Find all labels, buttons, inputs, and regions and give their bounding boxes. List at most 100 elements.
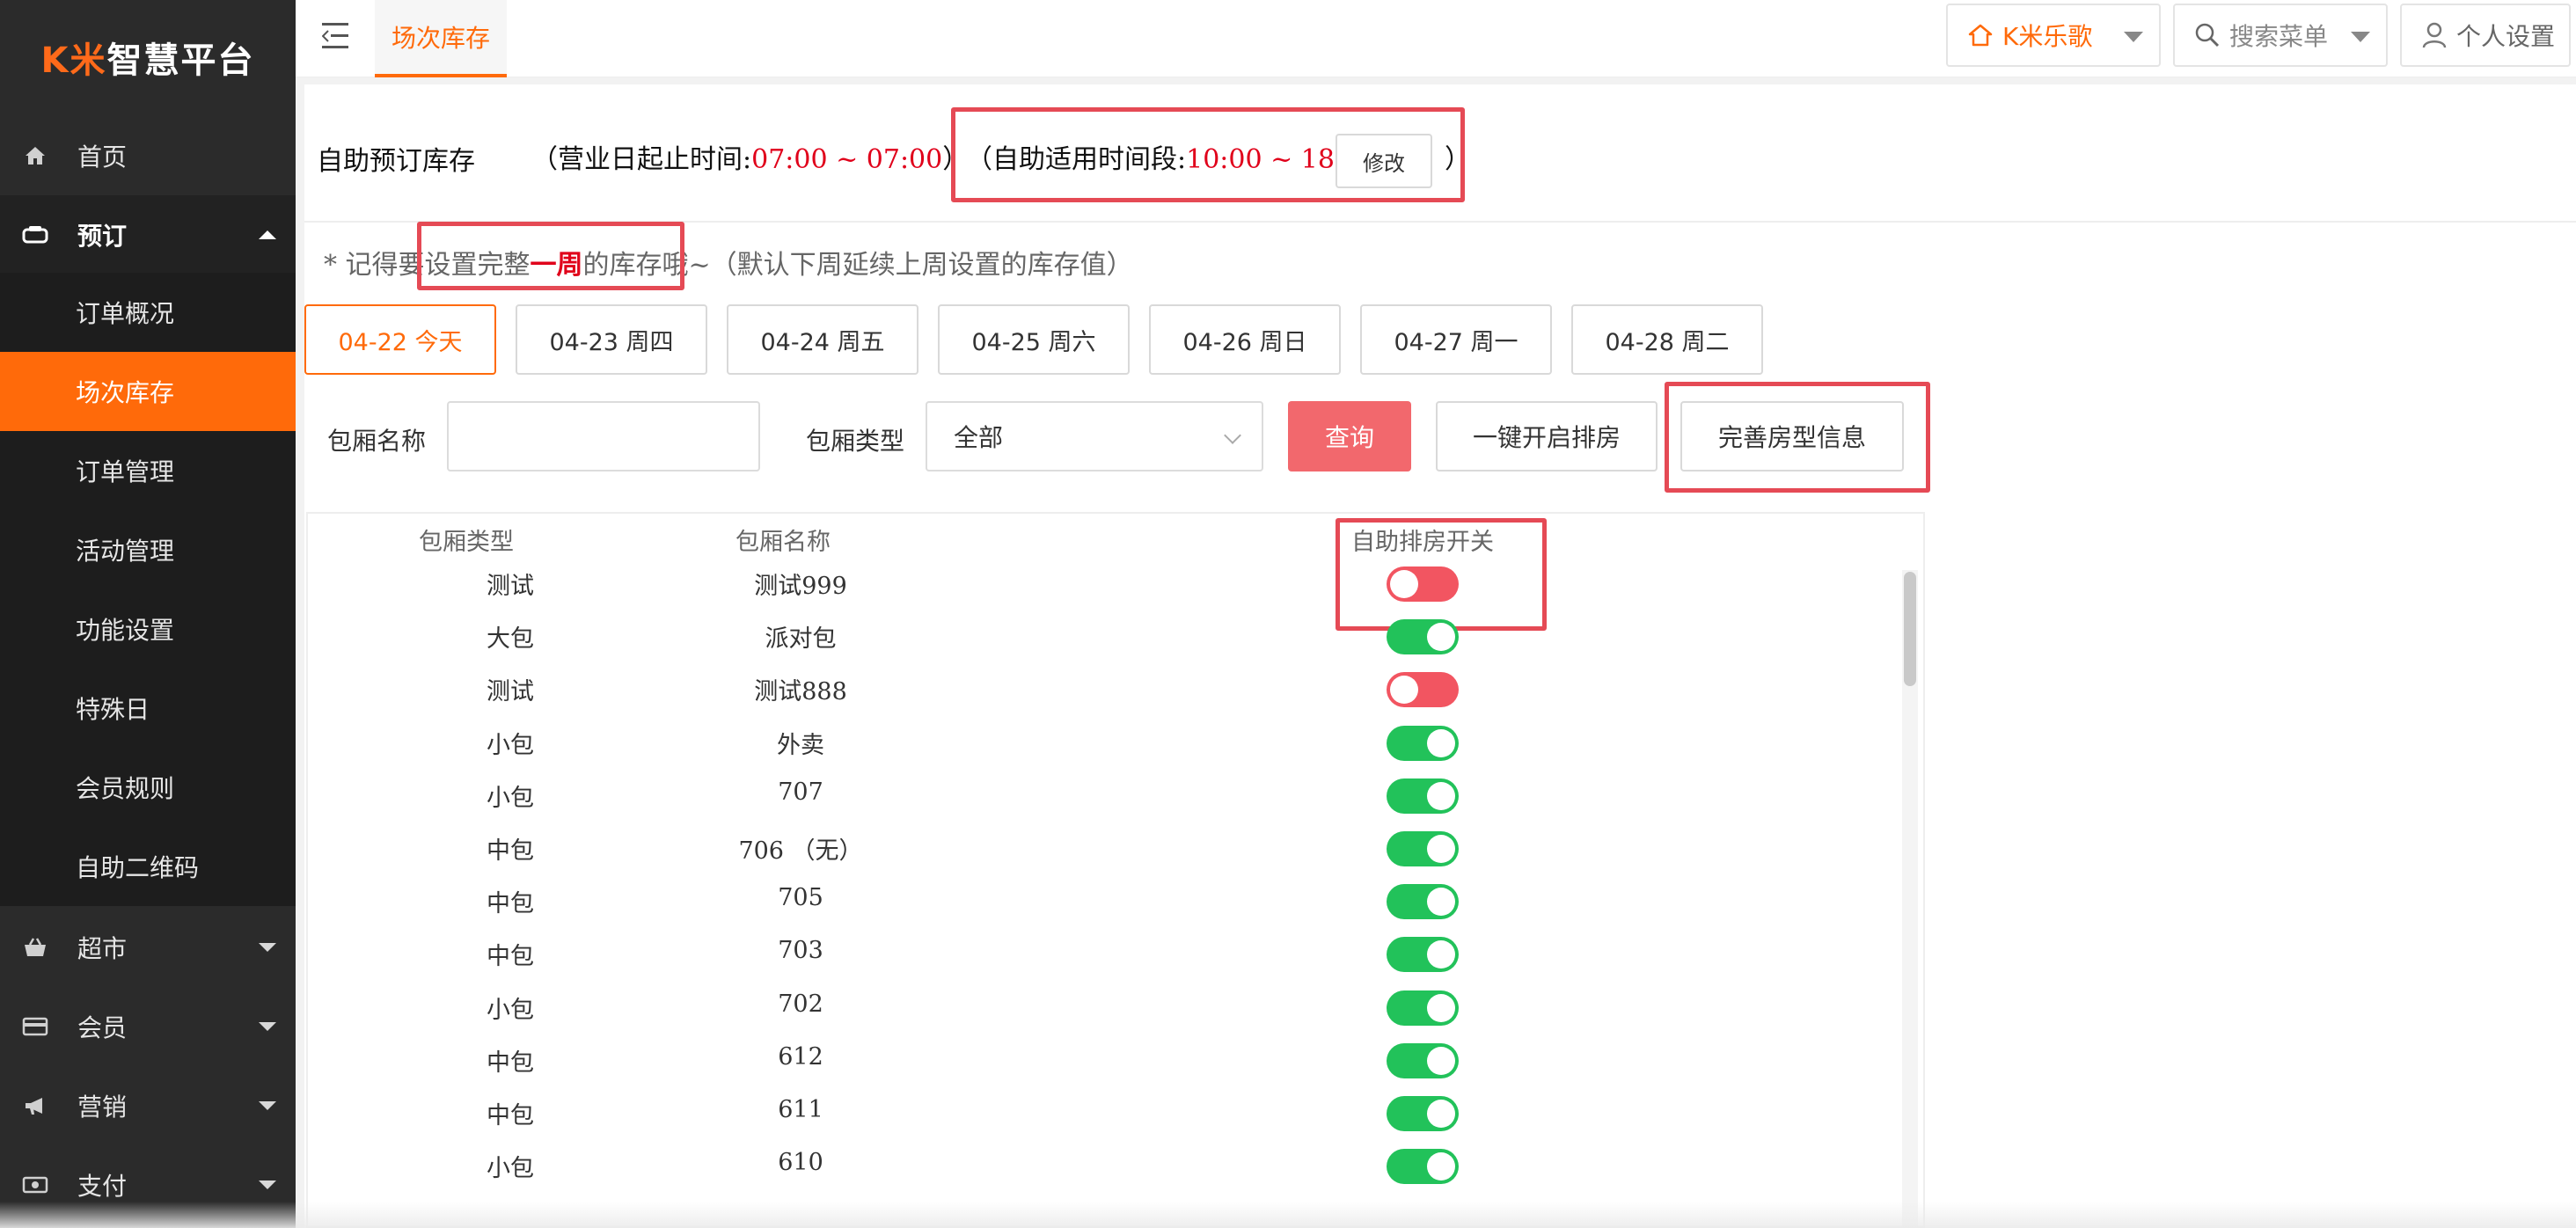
room-type-cell: 大包 bbox=[487, 625, 534, 654]
room-name-cell: 610 bbox=[778, 1149, 823, 1177]
cash-icon bbox=[21, 1171, 49, 1199]
room-type-cell: 小包 bbox=[487, 731, 534, 759]
self-booking-toggle[interactable] bbox=[1387, 778, 1459, 814]
sidebar-item-member[interactable]: 会员 bbox=[0, 987, 296, 1066]
date-tab-0422[interactable]: 04-22 今天 bbox=[304, 304, 496, 375]
table-row: 测试 测试999 bbox=[308, 556, 1892, 609]
date-tab-0425[interactable]: 04-25 周六 bbox=[938, 304, 1130, 375]
sidebar-item-home[interactable]: 首页 bbox=[0, 116, 296, 195]
search-icon bbox=[2192, 20, 2222, 50]
table-row: 小包 707 bbox=[308, 768, 1892, 821]
query-button[interactable]: 查询 bbox=[1288, 401, 1411, 471]
menu-collapse-icon[interactable] bbox=[322, 21, 350, 51]
self-booking-toggle[interactable] bbox=[1387, 884, 1459, 920]
store-selector[interactable]: K米乐歌 bbox=[1946, 4, 2161, 67]
room-name-cell: 707 bbox=[778, 778, 823, 806]
self-booking-toggle[interactable] bbox=[1387, 672, 1459, 708]
bottom-fade bbox=[0, 1202, 2576, 1228]
open-all-button[interactable]: 一键开启排房 bbox=[1436, 401, 1658, 471]
date-tab-0427[interactable]: 04-27 周一 bbox=[1360, 304, 1552, 375]
sidebar-item-label: 首页 bbox=[77, 143, 128, 172]
sidebar-item-label: 会员 bbox=[77, 1013, 128, 1042]
date-tab-0428[interactable]: 04-28 周二 bbox=[1571, 304, 1763, 375]
table-row: 小包 610 bbox=[308, 1138, 1892, 1191]
submenu-item-self-qrcode[interactable]: 自助二维码 bbox=[0, 827, 296, 906]
highlight-box-note bbox=[417, 222, 684, 290]
room-name-input[interactable] bbox=[447, 401, 760, 471]
top-bar: 场次库存 K米乐歌 搜索菜单 个人设置 bbox=[296, 0, 2576, 77]
chevron-up-icon bbox=[259, 230, 276, 239]
submenu-item-session-inventory[interactable]: 场次库存 bbox=[0, 352, 296, 431]
self-booking-toggle[interactable] bbox=[1387, 990, 1459, 1026]
chevron-down-icon bbox=[2351, 32, 2370, 42]
chevron-down-icon bbox=[2124, 32, 2143, 42]
table-row: 中包 705 bbox=[308, 873, 1892, 926]
room-type-label: 包厢类型 bbox=[806, 427, 905, 456]
sidebar: K米 智慧平台 首页 预订 订单概况 场次库存 订单管理 活动管理 功能设置 特殊… bbox=[0, 0, 296, 1228]
chevron-down-icon bbox=[1224, 427, 1241, 444]
personal-settings-label: 个人设置 bbox=[2456, 22, 2556, 51]
chevron-down-icon bbox=[259, 1180, 276, 1189]
submenu-item-member-rules[interactable]: 会员规则 bbox=[0, 748, 296, 827]
self-booking-toggle[interactable] bbox=[1387, 1042, 1459, 1078]
scrollbar-thumb[interactable] bbox=[1904, 572, 1916, 686]
room-type-cell: 测试 bbox=[487, 573, 534, 600]
self-booking-toggle[interactable] bbox=[1387, 725, 1459, 761]
inventory-panel: 自助预订库存 （营业日起止时间:07:00 ~ 07:00） （自助适用时间段:… bbox=[304, 84, 2576, 1228]
room-name-cell: 外卖 bbox=[777, 731, 824, 759]
sidebar-item-label: 营销 bbox=[77, 1093, 128, 1122]
table-row: 小包 702 bbox=[308, 980, 1892, 1033]
date-tab-0423[interactable]: 04-23 周四 bbox=[516, 304, 707, 375]
header-room-name: 包厢名称 bbox=[735, 529, 831, 556]
self-booking-toggle[interactable] bbox=[1387, 831, 1459, 866]
room-type-cell: 中包 bbox=[487, 1102, 534, 1129]
sidebar-item-supermarket[interactable]: 超市 bbox=[0, 908, 296, 987]
home-icon bbox=[21, 142, 49, 170]
submenu-item-activity-management[interactable]: 活动管理 bbox=[0, 510, 296, 589]
business-hours-label: （营业日起止时间: bbox=[531, 144, 752, 175]
logo-text: 智慧平台 bbox=[106, 40, 255, 81]
date-tab-0424[interactable]: 04-24 周五 bbox=[727, 304, 918, 375]
tab-session-inventory[interactable]: 场次库存 bbox=[375, 0, 507, 77]
room-name-cell: 706 （无） bbox=[738, 837, 863, 865]
edit-period-button[interactable]: 修改 bbox=[1336, 134, 1432, 188]
toggle-knob bbox=[1427, 835, 1455, 863]
room-type-select[interactable]: 全部 bbox=[926, 401, 1263, 471]
self-period-close: ） bbox=[1445, 144, 1471, 175]
logo: K米 智慧平台 bbox=[0, 0, 296, 114]
sidebar-item-marketing[interactable]: 营销 bbox=[0, 1066, 296, 1145]
submenu-item-order-management[interactable]: 订单管理 bbox=[0, 431, 296, 510]
self-booking-toggle[interactable] bbox=[1387, 1149, 1459, 1185]
chevron-down-icon bbox=[259, 1101, 276, 1110]
home-outline-icon bbox=[1965, 20, 1995, 50]
self-booking-toggle[interactable] bbox=[1387, 619, 1459, 655]
room-type-cell: 中包 bbox=[487, 943, 534, 971]
menu-search[interactable]: 搜索菜单 bbox=[2173, 4, 2388, 67]
basket-icon bbox=[21, 933, 49, 961]
sidebar-item-booking[interactable]: 预订 bbox=[0, 195, 296, 274]
room-type-cell: 小包 bbox=[487, 784, 534, 812]
page-title: 自助预订库存 bbox=[317, 146, 475, 177]
header-room-type: 包厢类型 bbox=[419, 529, 514, 556]
self-booking-toggle[interactable] bbox=[1387, 937, 1459, 973]
highlight-box-perfect bbox=[1665, 382, 1930, 493]
toggle-knob bbox=[1427, 993, 1455, 1022]
room-name-cell: 派对包 bbox=[765, 625, 837, 654]
toggle-knob bbox=[1390, 570, 1418, 598]
table-row: 中包 703 bbox=[308, 926, 1892, 979]
date-tab-0426[interactable]: 04-26 周日 bbox=[1149, 304, 1341, 375]
room-type-cell: 小包 bbox=[487, 996, 534, 1024]
submenu-item-function-settings[interactable]: 功能设置 bbox=[0, 589, 296, 669]
personal-settings-button[interactable]: 个人设置 bbox=[2400, 4, 2571, 67]
table-row: 大包 派对包 bbox=[308, 609, 1892, 662]
room-name-cell: 测试888 bbox=[754, 678, 847, 706]
room-name-cell: 测试999 bbox=[754, 573, 847, 600]
business-hours-value: 07:00 ~ 07:00 bbox=[751, 144, 943, 175]
self-booking-toggle[interactable] bbox=[1387, 566, 1459, 602]
booking-icon bbox=[21, 221, 49, 249]
submenu-item-order-overview[interactable]: 订单概况 bbox=[0, 273, 296, 352]
submenu-item-special-days[interactable]: 特殊日 bbox=[0, 669, 296, 748]
table-row: 中包 612 bbox=[308, 1033, 1892, 1085]
self-booking-toggle[interactable] bbox=[1387, 1096, 1459, 1131]
sidebar-item-label: 支付 bbox=[77, 1172, 128, 1201]
